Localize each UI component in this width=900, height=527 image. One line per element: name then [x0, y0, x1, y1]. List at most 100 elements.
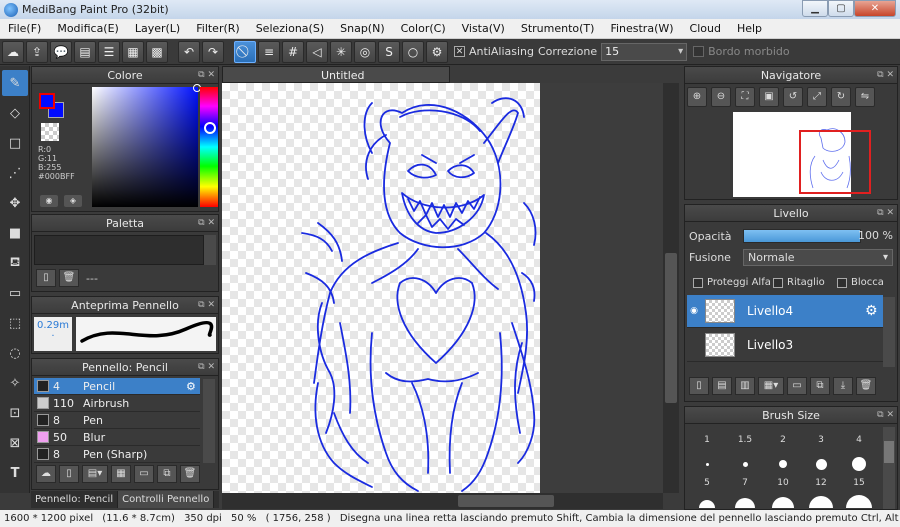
brush-size-dot[interactable] — [765, 493, 801, 509]
gradient-tool-icon[interactable]: ▭ — [2, 280, 28, 306]
blend-mode-select[interactable]: Normale — [743, 249, 893, 266]
snap-parallel-icon[interactable]: ≡ — [258, 40, 280, 63]
menu-snap[interactable]: Snap(N) — [332, 19, 393, 39]
select-pen-tool-icon[interactable]: ⊡ — [2, 400, 28, 426]
brush-size-dot[interactable] — [689, 493, 725, 509]
brush-size-dot[interactable] — [803, 493, 839, 509]
brush-size-dot[interactable] — [803, 451, 839, 477]
color-mode-icon[interactable]: ◉ — [40, 195, 58, 207]
snap-radial-icon[interactable]: ✳ — [330, 40, 352, 63]
new-layer-icon[interactable]: ▯ — [689, 377, 709, 395]
brush-size-option[interactable]: 4 — [841, 427, 877, 453]
zoom-in-icon[interactable]: ⊕ — [687, 87, 707, 107]
brush-tool-icon[interactable]: ✎ — [2, 70, 28, 96]
menu-help[interactable]: Help — [729, 19, 770, 39]
canvas-vertical-scrollbar[interactable] — [663, 83, 679, 493]
brush-size-option[interactable]: 1 — [689, 427, 725, 453]
menu-seleziona[interactable]: Seleziona(S) — [248, 19, 332, 39]
layer-visibility-icon[interactable]: ◉ — [687, 306, 701, 316]
cloud-icon[interactable]: ☁ — [2, 40, 24, 63]
select-tool-icon[interactable]: ⬚ — [2, 310, 28, 336]
panel-expand-icon[interactable]: ⧉ ✕ — [877, 67, 894, 84]
brush-size-option[interactable]: 3 — [803, 427, 839, 453]
actual-size-icon[interactable]: ▣ — [759, 87, 779, 107]
correzione-select[interactable]: 15 — [601, 42, 688, 61]
layer-settings-icon[interactable]: ⚙ — [865, 303, 883, 319]
lasso-tool-icon[interactable]: ◌ — [2, 340, 28, 366]
vertical-scroll-thumb[interactable] — [665, 253, 677, 403]
snap-concentric-icon[interactable]: ◎ — [354, 40, 376, 63]
blocca-checkbox[interactable]: Blocca — [837, 277, 884, 288]
brush-cloud-icon[interactable]: ☁ — [36, 465, 56, 483]
magic-wand-tool-icon[interactable]: ✧ — [2, 370, 28, 396]
snap-settings-icon[interactable]: ⚙ — [426, 40, 448, 63]
palette-scrollbar[interactable] — [204, 235, 216, 265]
brush-size-scrollbar[interactable] — [883, 427, 895, 509]
panel-expand-icon[interactable]: ⧉ ✕ — [198, 297, 215, 314]
palette-swatch-area[interactable] — [34, 235, 204, 265]
brush-settings-icon[interactable]: ⚙ — [186, 380, 200, 393]
brush-size-option[interactable]: 5 — [689, 475, 725, 491]
brush-size-option[interactable]: 15 — [841, 475, 877, 491]
brush-list-scrollbar[interactable] — [203, 379, 215, 463]
brush-size-dot[interactable] — [727, 451, 763, 477]
menu-vista[interactable]: Vista(V) — [454, 19, 513, 39]
menu-layer[interactable]: Layer(L) — [127, 19, 188, 39]
layer-add-menu-icon[interactable]: ▦▾ — [758, 377, 784, 395]
brush-size-scroll-thumb[interactable] — [884, 441, 894, 463]
menu-file[interactable]: File(F) — [0, 19, 49, 39]
snap-grid-icon[interactable]: # — [282, 40, 304, 63]
drawing-canvas[interactable] — [222, 83, 540, 493]
redo-icon[interactable]: ↷ — [202, 40, 224, 63]
panel-expand-icon[interactable]: ⧉ ✕ — [877, 407, 894, 424]
ritaglio-checkbox[interactable]: Ritaglio — [773, 277, 825, 288]
rectangle-tool-icon[interactable]: □ — [2, 130, 28, 156]
fill-rect-tool-icon[interactable]: ■ — [2, 220, 28, 246]
brush-size-dot[interactable] — [841, 493, 877, 509]
grid-icon[interactable]: ▩ — [146, 40, 168, 63]
fit-window-icon[interactable]: ⛶ — [735, 87, 755, 107]
menu-modifica[interactable]: Modifica(E) — [49, 19, 127, 39]
rotate-right-icon[interactable]: ↻ — [831, 87, 851, 107]
brush-size-option[interactable]: 2 — [765, 427, 801, 453]
snap-off-icon[interactable]: ⃠ — [234, 40, 256, 63]
layer-folder-icon[interactable]: ▭ — [787, 377, 807, 395]
menu-finestra[interactable]: Finestra(W) — [602, 19, 681, 39]
layer-item-livello3[interactable]: Livello3 — [687, 329, 883, 362]
brush-item[interactable]: 8 Pen (Sharp) — [34, 446, 200, 463]
saturation-value-picker[interactable] — [92, 87, 198, 207]
snap-curve-icon[interactable]: S — [378, 40, 400, 63]
color-swatches[interactable] — [39, 93, 65, 119]
canvas-horizontal-scrollbar[interactable] — [222, 493, 663, 509]
panel-expand-icon[interactable]: ⧉ ✕ — [198, 67, 215, 84]
bordo-morbido-checkbox[interactable] — [693, 46, 705, 57]
hue-slider-knob[interactable] — [204, 122, 216, 134]
minimize-button[interactable]: ▁ — [802, 0, 828, 17]
new-layer-8bit-icon[interactable]: ▥ — [735, 377, 755, 395]
maximize-button[interactable]: ▢ — [828, 0, 854, 17]
panel-expand-icon[interactable]: ⧉ ✕ — [198, 215, 215, 232]
move-tool-icon[interactable]: ✥ — [2, 190, 28, 216]
select-eraser-tool-icon[interactable]: ⊠ — [2, 430, 28, 456]
menu-filter[interactable]: Filter(R) — [188, 19, 247, 39]
close-button[interactable]: ✕ — [854, 0, 896, 17]
snap-circle-icon[interactable]: ○ — [402, 40, 424, 63]
bucket-tool-icon[interactable]: ⛾ — [2, 250, 28, 276]
dot-tool-icon[interactable]: ⋰ — [2, 160, 28, 186]
brush-size-dot[interactable] — [841, 451, 877, 477]
proteggi-alfa-checkbox[interactable]: Proteggi Alfa — [693, 277, 771, 288]
delete-layer-icon[interactable]: 🗑 — [856, 377, 876, 395]
brush-size-dot[interactable] — [765, 451, 801, 477]
new-palette-icon[interactable]: ▯ — [36, 269, 56, 287]
brush-size-option[interactable]: 10 — [765, 475, 801, 491]
menu-color[interactable]: Color(C) — [393, 19, 454, 39]
text-tool-icon[interactable]: T — [2, 460, 28, 486]
panel-expand-icon[interactable]: ⧉ ✕ — [198, 359, 215, 376]
brush-add-menu-icon[interactable]: ▤▾ — [82, 465, 108, 483]
hue-slider[interactable] — [200, 87, 218, 207]
antialiasing-checkbox[interactable]: ✕ — [454, 46, 465, 57]
chat-icon[interactable]: ▤ — [74, 40, 96, 63]
brush-copy-icon[interactable]: ▦ — [111, 465, 131, 483]
brush-item[interactable]: 8 Pen — [34, 412, 200, 429]
merge-layer-icon[interactable]: ⤓ — [833, 377, 853, 395]
